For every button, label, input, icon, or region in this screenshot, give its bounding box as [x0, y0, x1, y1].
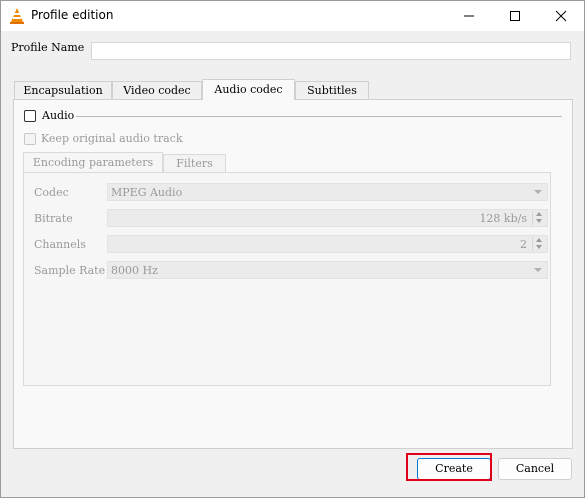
keep-original-label: Keep original audio track [41, 132, 183, 145]
minimize-icon [464, 15, 474, 17]
maximize-icon [510, 11, 520, 21]
bitrate-label: Bitrate [34, 212, 73, 225]
channels-spin-arrows-icon[interactable] [532, 237, 545, 251]
codec-select[interactable]: MPEG Audio [107, 183, 548, 201]
audio-codec-panel: Audio Keep original audio track Encoding… [13, 99, 573, 449]
encoding-parameters-panel: Codec MPEG Audio Bitrate 128 kb/s Channe… [23, 172, 551, 386]
window-title: Profile edition [31, 8, 114, 22]
tab-video-codec[interactable]: Video codec [112, 81, 202, 99]
minimize-button[interactable] [446, 1, 492, 31]
sample-rate-label: Sample Rate [34, 264, 106, 277]
vlc-cone-icon [10, 8, 24, 24]
sample-rate-select[interactable]: 8000 Hz [107, 261, 548, 279]
sample-rate-value: 8000 Hz [111, 264, 158, 277]
codec-label: Codec [34, 186, 69, 199]
bitrate-value: 128 kb/s [479, 212, 527, 225]
channels-label: Channels [34, 238, 86, 251]
profile-name-label: Profile Name [11, 41, 85, 54]
audio-group-divider [76, 116, 562, 117]
profile-edition-window: Profile edition Profile Name Encapsulati… [0, 0, 585, 498]
chevron-down-icon [534, 190, 542, 194]
channels-value: 2 [520, 238, 527, 251]
maximize-button[interactable] [492, 1, 538, 31]
cancel-button[interactable]: Cancel [498, 458, 572, 480]
keep-original-checkbox[interactable] [24, 133, 36, 145]
tab-filters[interactable]: Filters [163, 154, 226, 172]
title-bar: Profile edition [1, 1, 584, 31]
codec-value: MPEG Audio [111, 186, 183, 199]
channels-spinbox[interactable]: 2 [107, 235, 548, 253]
create-button-highlight [406, 453, 492, 481]
chevron-down-icon [534, 268, 542, 272]
bitrate-spin-arrows-icon[interactable] [532, 211, 545, 225]
profile-name-input[interactable] [91, 42, 571, 60]
close-button[interactable] [538, 1, 584, 31]
tab-encoding-parameters[interactable]: Encoding parameters [23, 152, 163, 173]
close-icon [555, 10, 567, 22]
bitrate-spinbox[interactable]: 128 kb/s [107, 209, 548, 227]
audio-checkbox[interactable] [24, 110, 36, 122]
audio-checkbox-label: Audio [42, 109, 75, 122]
tab-audio-codec[interactable]: Audio codec [202, 79, 295, 100]
tab-encapsulation[interactable]: Encapsulation [14, 81, 112, 99]
tab-subtitles[interactable]: Subtitles [295, 81, 369, 99]
